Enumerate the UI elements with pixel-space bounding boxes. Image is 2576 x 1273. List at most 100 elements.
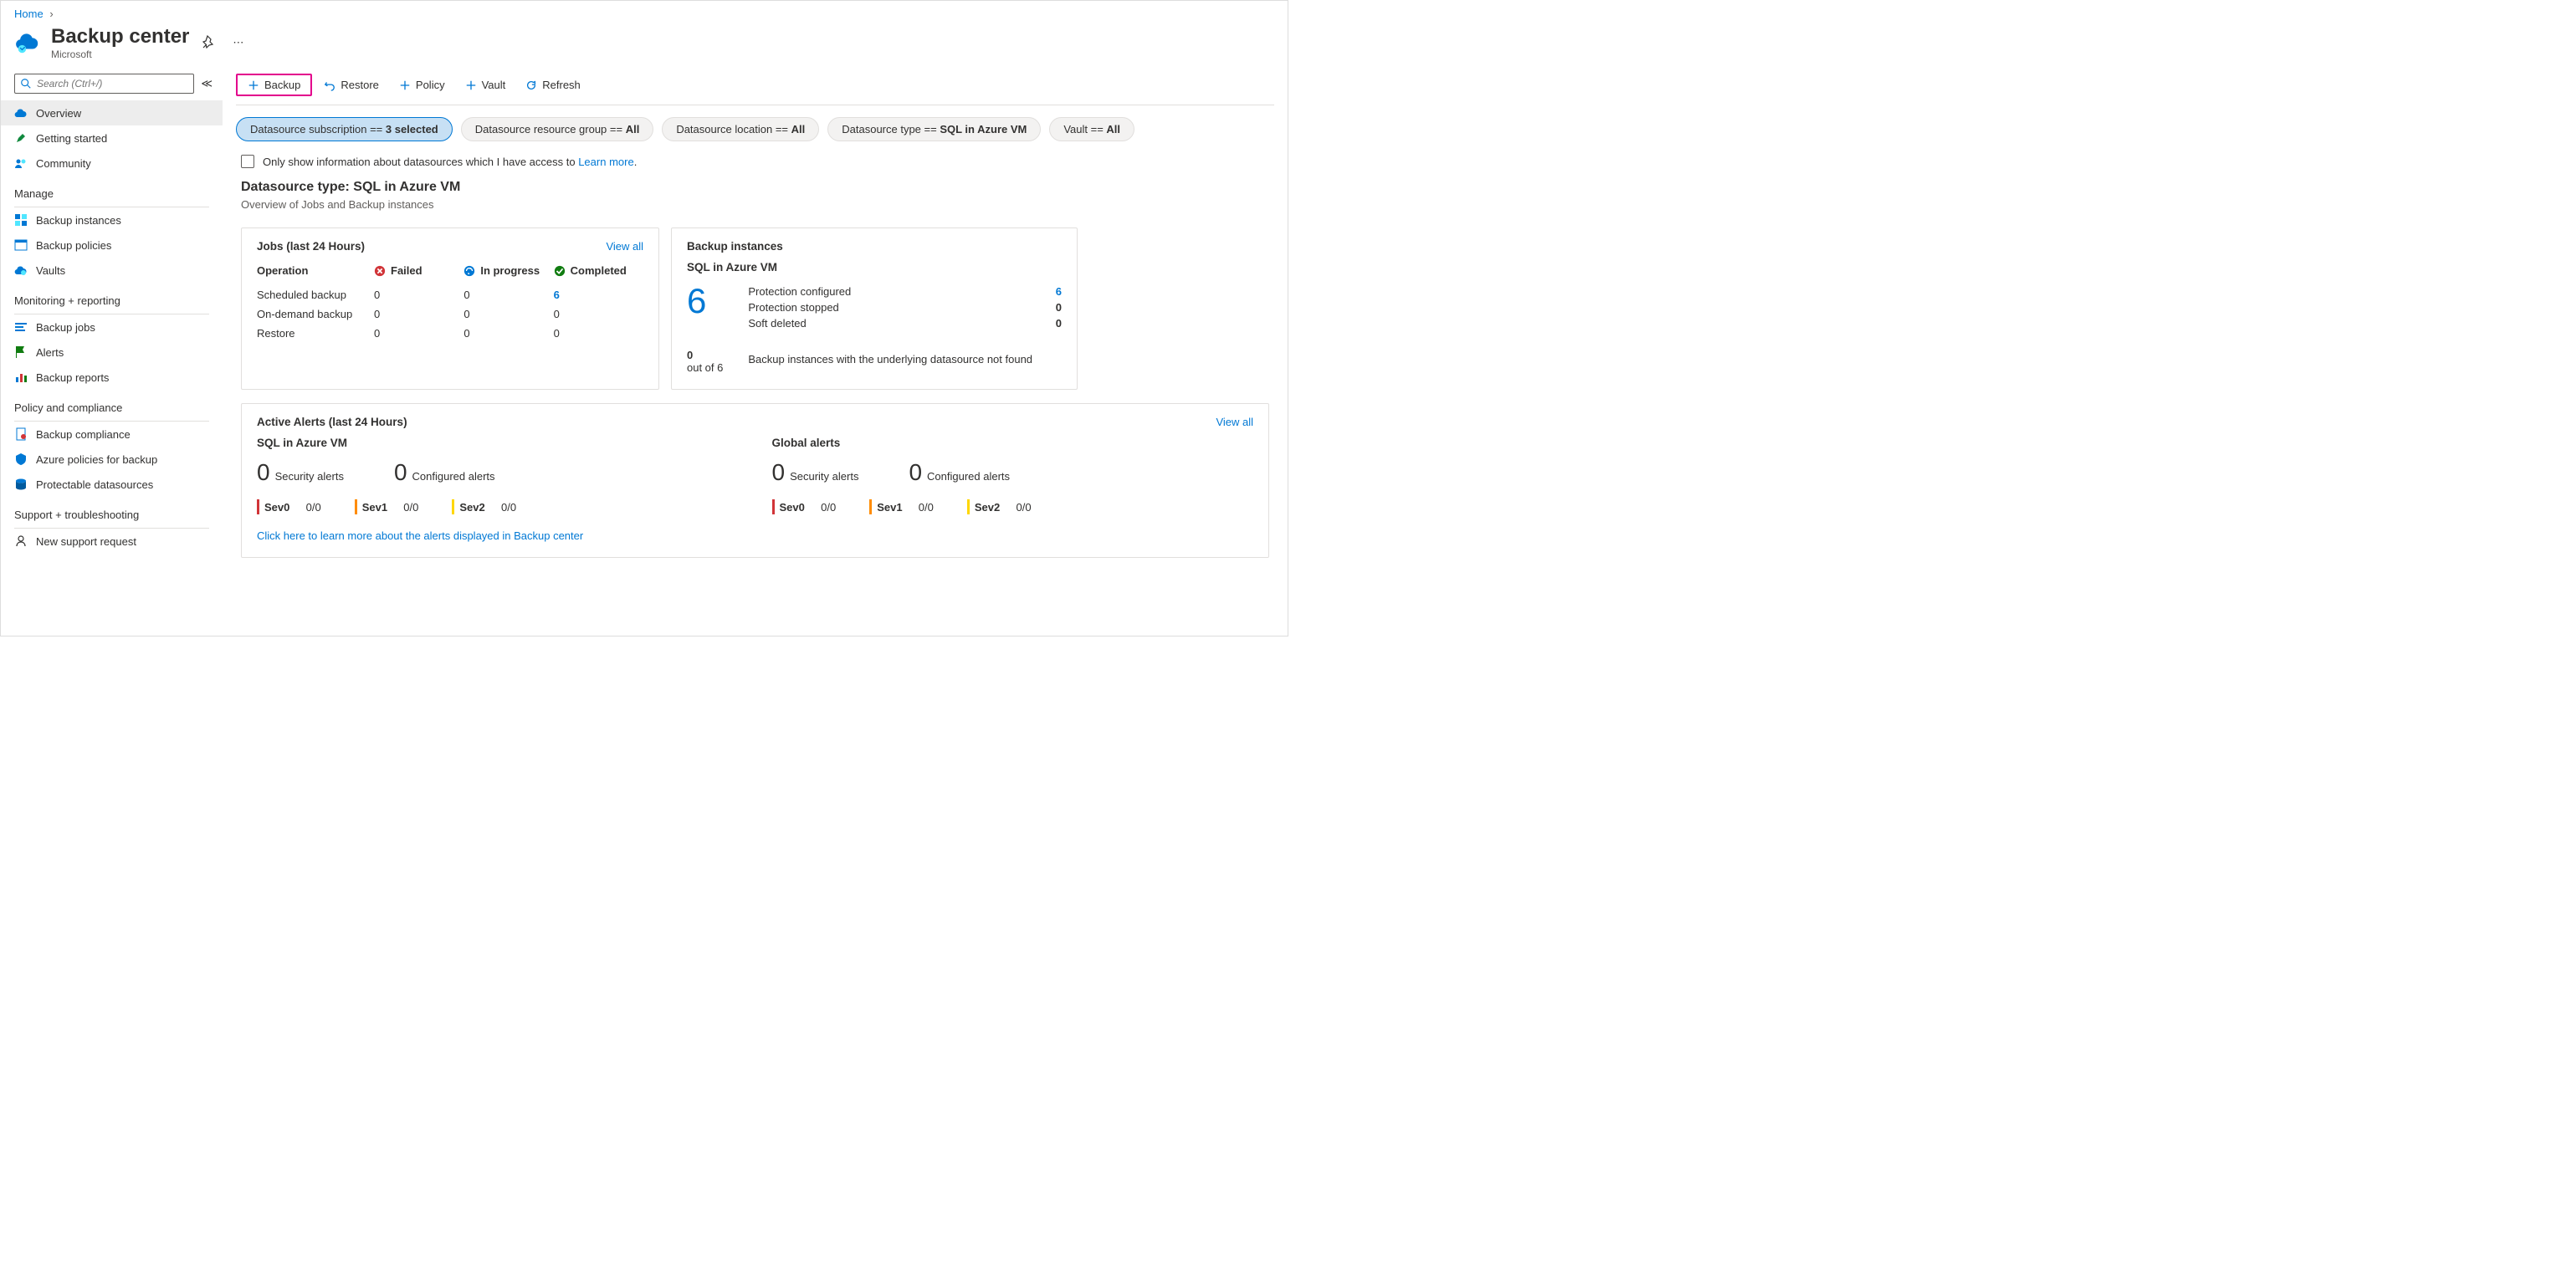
pill-subscription[interactable]: Datasource subscription == 3 selected [236,117,453,141]
alerts-local-title: SQL in Azure VM [257,437,739,449]
security-alerts-count: 0Security alerts [772,459,859,486]
more-icon[interactable]: ⋯ [229,33,247,53]
undo-icon [324,79,335,91]
sev0-bar-icon [257,499,259,514]
sev2-item: Sev2 0/0 [967,499,1032,514]
support-icon [14,534,28,548]
sidebar-item-backup-policies[interactable]: Backup policies [1,233,223,258]
sidebar-item-label: Backup jobs [36,321,95,334]
instance-row: Soft deleted0 [748,315,1062,331]
failed-icon [374,265,386,277]
sidebar-item-getting-started[interactable]: Getting started [1,125,223,151]
alerts-global-title: Global alerts [772,437,1254,449]
instances-card: Backup instances SQL in Azure VM 6 0 out… [671,228,1078,390]
sev0-item: Sev0 0/0 [772,499,837,514]
completed-count-link[interactable]: 6 [554,289,560,301]
sidebar-item-new-request[interactable]: New support request [1,529,223,554]
sidebar-item-overview[interactable]: Overview [1,100,223,125]
backup-button[interactable]: Backup [236,74,312,96]
sidebar-item-label: Getting started [36,132,107,145]
type-title: Datasource type: SQL in Azure VM [241,180,1269,195]
plus-icon [248,79,259,91]
instances-subtitle: SQL in Azure VM [687,261,1062,274]
toolbar: Backup Restore Policy Vault Refresh [236,67,1274,105]
pill-vault[interactable]: Vault == All [1049,117,1134,141]
pin-icon[interactable] [199,32,219,54]
access-label: Only show information about datasources … [263,156,637,168]
table-row: On-demand backup 0 0 0 [257,304,643,324]
sev2-item: Sev2 0/0 [452,499,516,514]
table-row: Restore 0 0 0 [257,324,643,343]
search-input[interactable] [14,74,194,94]
sidebar-item-label: Backup policies [36,239,111,252]
jobs-view-all[interactable]: View all [606,240,643,253]
calendar-icon [14,238,28,252]
sidebar-item-label: Community [36,157,91,170]
jobs-col-completed: Completed [554,264,643,277]
type-subtitle: Overview of Jobs and Backup instances [241,198,1269,211]
sidebar-item-label: Vaults [36,264,65,277]
alerts-learn-more-link[interactable]: Click here to learn more about the alert… [257,529,1253,542]
sidebar-item-community[interactable]: Community [1,151,223,176]
policy-button[interactable]: Policy [391,75,453,95]
flag-icon [14,345,28,359]
sidebar-item-protectable[interactable]: Protectable datasources [1,472,223,497]
pill-datasource-type[interactable]: Datasource type == SQL in Azure VM [827,117,1041,141]
sidebar-item-alerts[interactable]: Alerts [1,340,223,365]
instances-count[interactable]: 6 [687,284,723,319]
cloud-icon [14,106,28,120]
configured-count-link[interactable]: 6 [1056,285,1062,298]
sidebar-item-backup-jobs[interactable]: Backup jobs [1,314,223,340]
policy-icon [14,452,28,466]
sidebar-item-label: Azure policies for backup [36,453,157,466]
refresh-icon [525,79,537,91]
filter-pills: Datasource subscription == 3 selected Da… [223,105,1288,151]
instances-icon [14,213,28,227]
sidebar-item-label: Alerts [36,346,64,359]
vault-button[interactable]: Vault [457,75,515,95]
sidebar-item-vaults[interactable]: Vaults [1,258,223,283]
access-filter-row: Only show information about datasources … [223,151,1288,180]
sidebar-item-label: Backup instances [36,214,121,227]
instance-row: Protection configured6 [748,284,1062,299]
sidebar-item-backup-compliance[interactable]: Backup compliance [1,422,223,447]
alerts-view-all[interactable]: View all [1216,416,1253,428]
sev0-item: Sev0 0/0 [257,499,321,514]
collapse-sidebar-icon[interactable]: ≪ [199,75,214,92]
plus-icon [399,79,411,91]
sidebar-item-label: Backup compliance [36,428,131,441]
table-row: Scheduled backup 0 0 6 [257,285,643,304]
learn-more-link[interactable]: Learn more [578,156,633,168]
page-header: Backup center Microsoft ⋯ [1,23,1288,67]
chevron-right-icon: › [49,8,53,20]
community-icon [14,156,28,170]
refresh-button[interactable]: Refresh [517,75,589,95]
instances-title: Backup instances [687,240,783,253]
sidebar-item-azure-policies[interactable]: Azure policies for backup [1,447,223,472]
jobs-icon [14,320,28,334]
sidebar-item-backup-instances[interactable]: Backup instances [1,207,223,233]
plus-icon [465,79,477,91]
sev0-bar-icon [772,499,775,514]
sidebar-item-label: New support request [36,535,136,548]
sev1-bar-icon [869,499,872,514]
sidebar: ≪ Overview Getting started Community Man… [1,67,223,643]
restore-button[interactable]: Restore [315,75,387,95]
page-title: Backup center [51,25,189,49]
search-icon [20,78,32,89]
pill-resource-group[interactable]: Datasource resource group == All [461,117,654,141]
breadcrumb-home[interactable]: Home [14,8,44,20]
sidebar-item-backup-reports[interactable]: Backup reports [1,365,223,390]
success-icon [554,265,566,277]
datasource-type-header: Datasource type: SQL in Azure VM Overvie… [223,180,1288,214]
access-checkbox[interactable] [241,155,254,168]
sev1-item: Sev1 0/0 [869,499,934,514]
jobs-title: Jobs (last 24 Hours) [257,240,365,253]
pill-location[interactable]: Datasource location == All [662,117,819,141]
vault-icon [14,263,28,277]
nav-section-policy: Policy and compliance [1,390,223,417]
compliance-icon [14,427,28,441]
nav-section-support: Support + troubleshooting [1,497,223,524]
main-content: Backup Restore Policy Vault Refresh Data… [223,67,1288,643]
jobs-col-operation: Operation [257,264,374,277]
